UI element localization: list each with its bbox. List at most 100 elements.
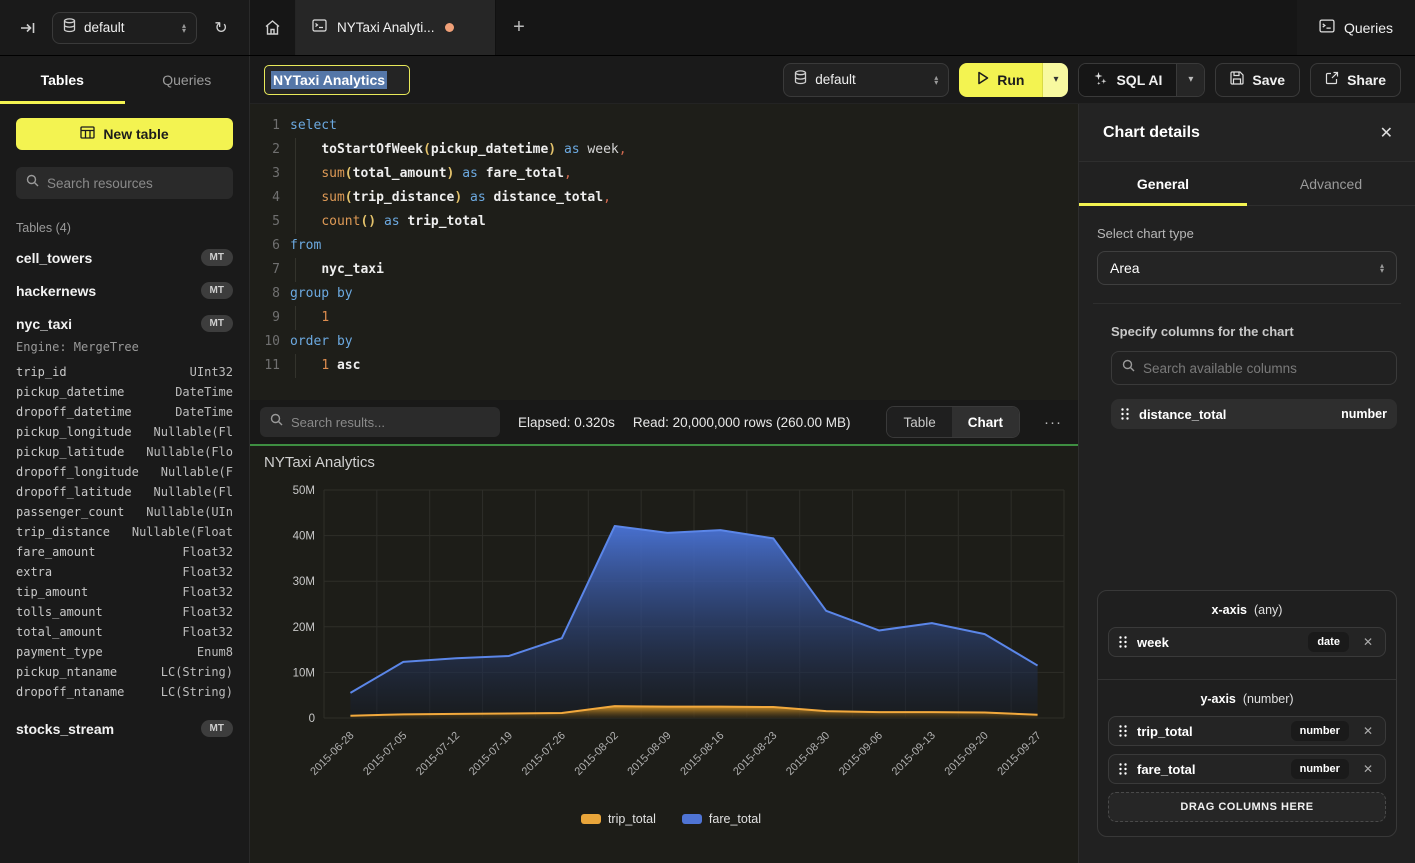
engine-badge: MT: [201, 315, 233, 332]
sidebar-search-input[interactable]: [47, 176, 223, 191]
chart-details-panel: Chart details ✕ General Advanced Select …: [1078, 104, 1415, 863]
table-name: stocks_stream: [16, 721, 114, 737]
column-name: pickup_latitude: [16, 442, 124, 462]
axis-column-chip[interactable]: fare_totalnumber✕: [1108, 754, 1386, 784]
sidebar-search[interactable]: [16, 167, 233, 199]
column-row: dropoff_longitudeNullable(F: [16, 462, 233, 482]
tab-general[interactable]: General: [1079, 162, 1247, 205]
column-type: LC(String): [161, 662, 233, 682]
save-button[interactable]: Save: [1215, 63, 1300, 97]
toolbar-database-value: default: [815, 72, 926, 87]
chart-type-select[interactable]: Area ▴▾: [1097, 251, 1397, 285]
columns-search[interactable]: [1111, 351, 1397, 385]
panel-tabs: General Advanced: [1079, 162, 1415, 206]
column-name: dropoff_latitude: [16, 482, 132, 502]
refresh-icon[interactable]: ↻: [207, 14, 235, 42]
chart-area: NYTaxi Analytics 010M20M30M40M50M2015-06…: [250, 446, 1078, 863]
code-line: count() as trip_total: [290, 210, 1078, 234]
tab-advanced[interactable]: Advanced: [1247, 162, 1415, 205]
column-name: trip_distance: [16, 522, 110, 542]
column-row: pickup_ntanameLC(String): [16, 662, 233, 682]
axis-config: x-axis (any) weekdate✕ y-axis (number) t…: [1097, 590, 1397, 837]
column-row: tip_amountFloat32: [16, 582, 233, 602]
line-number: 10: [250, 330, 280, 354]
remove-icon[interactable]: ✕: [1359, 724, 1377, 738]
table-icon: [80, 126, 95, 142]
database-selector[interactable]: default ▴▾: [52, 12, 197, 44]
view-chart-button[interactable]: Chart: [952, 407, 1019, 437]
axis-column-chip[interactable]: trip_total number ✕: [1108, 716, 1386, 746]
more-options-icon[interactable]: ···: [1038, 414, 1068, 431]
share-button[interactable]: Share: [1310, 63, 1401, 97]
drag-handle-icon: [1119, 725, 1127, 737]
save-icon: [1230, 71, 1244, 88]
sidebar-tab-tables[interactable]: Tables: [0, 56, 125, 104]
engine-badge: MT: [201, 249, 233, 266]
chevron-updown-icon: ▴▾: [1380, 263, 1384, 273]
table-list: cell_towersMThackernewsMTnyc_taxiMT: [16, 241, 233, 340]
chevron-updown-icon: ▴▾: [934, 75, 938, 85]
remove-icon[interactable]: ✕: [1359, 635, 1377, 649]
code-line: select: [290, 114, 1078, 138]
indent-guide: [295, 138, 296, 162]
read-stat: Read: 20,000,000 rows (260.00 MB): [633, 415, 851, 430]
sidebar-tab-queries[interactable]: Queries: [125, 56, 250, 104]
tab-nytaxi-analytics[interactable]: NYTaxi Analyti...: [296, 0, 496, 55]
legend-item[interactable]: trip_total: [581, 812, 656, 826]
run-options-chevron[interactable]: ▾: [1042, 63, 1068, 97]
table-row[interactable]: hackernewsMT: [16, 274, 233, 307]
results-toolbar: Elapsed: 0.320s Read: 20,000,000 rows (2…: [250, 400, 1078, 446]
code-line: 1: [290, 306, 1078, 330]
line-number: 11: [250, 354, 280, 378]
y-axis-section: y-axis (number) trip_totalnumber✕fare_to…: [1098, 679, 1396, 836]
available-column-chip[interactable]: distance_totalnumber: [1111, 399, 1397, 429]
body: New table Tables (4) cell_towersMThacker…: [0, 104, 1415, 863]
column-row: extraFloat32: [16, 562, 233, 582]
line-number: 6: [250, 234, 280, 258]
engine-badge: MT: [201, 282, 233, 299]
results-search-input[interactable]: [291, 415, 490, 430]
sql-editor[interactable]: 1234567891011 select toStartOfWeek(picku…: [250, 104, 1078, 400]
column-row: trip_idUInt32: [16, 362, 233, 382]
table-row[interactable]: stocks_streamMT: [16, 712, 233, 745]
column-row: tolls_amountFloat32: [16, 602, 233, 622]
column-name: tolls_amount: [16, 602, 103, 622]
tab-strip: NYTaxi Analyti... +: [250, 0, 1297, 55]
results-search[interactable]: [260, 407, 500, 437]
topbar-left: default ▴▾ ↻: [0, 0, 250, 55]
columns-search-input[interactable]: [1143, 361, 1386, 376]
column-row: total_amountFloat32: [16, 622, 233, 642]
indent-guide: [295, 258, 296, 282]
column-name: tip_amount: [16, 582, 88, 602]
collapse-sidebar-icon[interactable]: [14, 14, 42, 42]
svg-text:2015-09-06: 2015-09-06: [837, 730, 885, 778]
sidebar-tabs: Tables Queries: [0, 56, 250, 104]
new-table-button[interactable]: New table: [16, 118, 233, 150]
sql-ai-chevron[interactable]: ▾: [1176, 64, 1204, 96]
new-tab-button[interactable]: +: [496, 0, 542, 55]
sql-code[interactable]: select toStartOfWeek(pickup_datetime) as…: [290, 114, 1078, 400]
share-button-label: Share: [1347, 72, 1386, 88]
toolbar-database-selector[interactable]: default ▴▾: [783, 63, 949, 97]
run-button[interactable]: Run: [959, 63, 1042, 97]
area-chart[interactable]: 010M20M30M40M50M2015-06-282015-07-052015…: [264, 476, 1078, 816]
axis-column-chip[interactable]: weekdate✕: [1108, 627, 1386, 657]
run-button-group: Run ▾: [959, 63, 1068, 97]
legend-item[interactable]: fare_total: [682, 812, 761, 826]
type-badge: number: [1291, 721, 1349, 741]
query-title-value: NYTaxi Analytics: [271, 71, 387, 89]
line-number: 3: [250, 162, 280, 186]
queries-button[interactable]: Queries: [1319, 19, 1393, 36]
tab-title: NYTaxi Analyti...: [337, 20, 435, 35]
view-table-button[interactable]: Table: [887, 407, 951, 437]
home-icon[interactable]: [250, 0, 296, 55]
close-icon[interactable]: ✕: [1380, 123, 1393, 143]
remove-icon[interactable]: ✕: [1359, 762, 1377, 776]
query-title-input[interactable]: NYTaxi Analytics: [264, 65, 410, 95]
chip-name: trip_total: [1137, 724, 1281, 739]
drag-columns-dropzone[interactable]: DRAG COLUMNS HERE: [1108, 792, 1386, 822]
sql-ai-button[interactable]: SQL AI: [1079, 64, 1176, 96]
svg-text:2015-08-23: 2015-08-23: [731, 730, 779, 778]
table-row[interactable]: cell_towersMT: [16, 241, 233, 274]
table-row[interactable]: nyc_taxiMT: [16, 307, 233, 340]
